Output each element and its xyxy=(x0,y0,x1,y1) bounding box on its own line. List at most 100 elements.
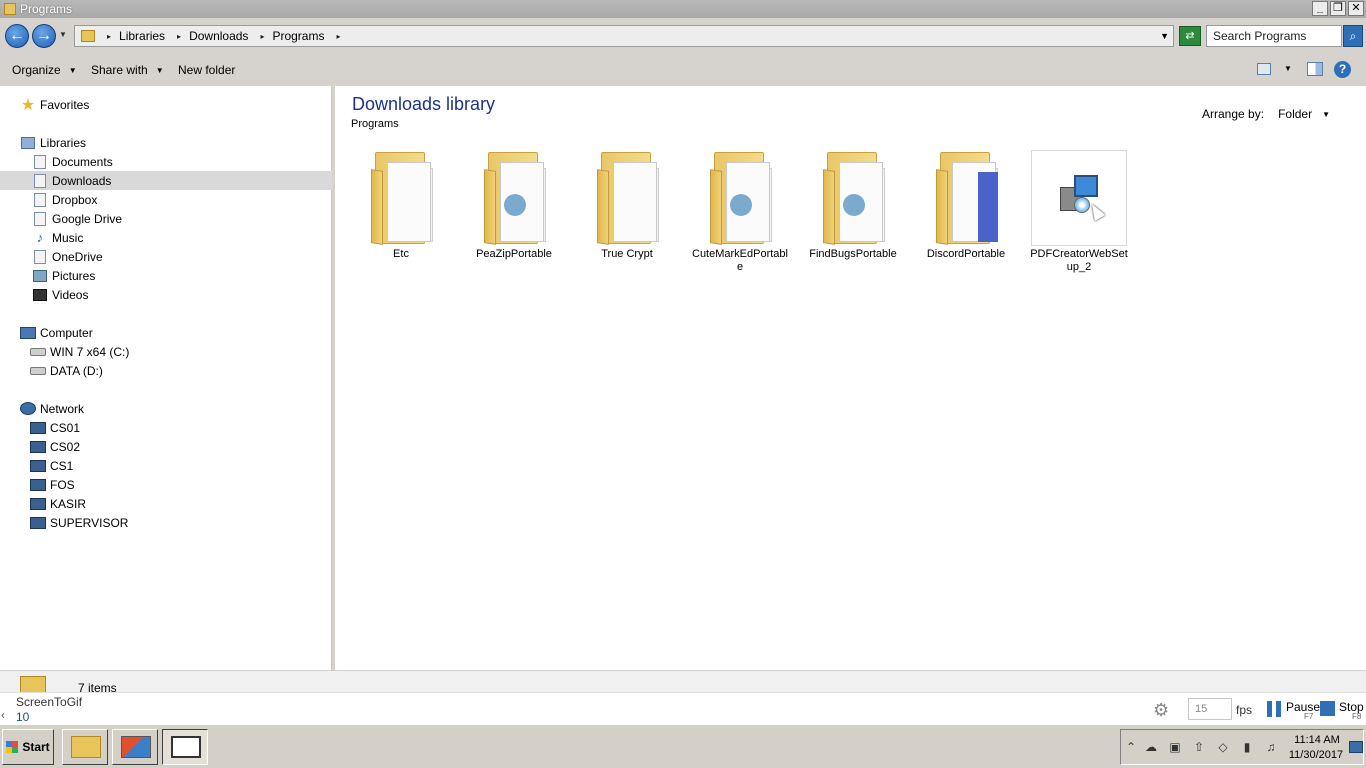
folder-item-etc[interactable]: Etc xyxy=(353,148,449,272)
search-input[interactable]: Search Programs xyxy=(1206,25,1342,47)
sidebar-item-pictures[interactable]: Pictures xyxy=(0,266,332,285)
address-dropdown[interactable]: ▼ xyxy=(1160,31,1169,41)
start-button[interactable]: Start xyxy=(2,729,54,765)
network-computer-icon xyxy=(30,516,46,529)
sidebar-item-cs02[interactable]: CS02 xyxy=(0,437,332,456)
close-button[interactable]: ✕ xyxy=(1348,1,1364,16)
recent-pages-dropdown[interactable]: ▼ xyxy=(59,30,67,39)
stop-icon[interactable] xyxy=(1320,701,1335,716)
explorer-icon xyxy=(71,736,101,758)
breadcrumb-programs[interactable]: Programs xyxy=(272,29,324,43)
command-bar: Organize ▼ Share with ▼ New folder ▼ ? xyxy=(0,54,1366,86)
fps-input[interactable]: 15 xyxy=(1188,698,1232,720)
taskbar-screentogif-button[interactable] xyxy=(162,729,208,765)
sidebar-item-network[interactable]: Network xyxy=(0,399,332,418)
help-icon[interactable]: ? xyxy=(1334,61,1351,78)
chevron-right-icon[interactable]: ▸ xyxy=(336,32,340,41)
upload-icon[interactable]: ⇧ xyxy=(1191,740,1207,754)
taskbar-network-app-button[interactable] xyxy=(112,729,158,765)
folder-item-true-crypt[interactable]: True Crypt xyxy=(579,148,675,272)
chevron-down-icon: ▼ xyxy=(68,65,77,75)
sidebar-item-videos[interactable]: Videos xyxy=(0,285,332,304)
organize-button[interactable]: Organize ▼ xyxy=(12,63,77,77)
mouse-cursor-icon xyxy=(1086,201,1106,221)
folder-item-peazipportable[interactable]: PeaZipPortable xyxy=(466,148,562,272)
chevron-right-icon[interactable]: ▸ xyxy=(107,32,111,41)
file-list-pane[interactable]: Downloads library Programs Arrange by: F… xyxy=(335,86,1366,670)
chevron-left-icon[interactable]: ‹ xyxy=(1,708,5,722)
sidebar-item-cs01[interactable]: CS01 xyxy=(0,418,332,437)
sidebar-item-google-drive[interactable]: Google Drive xyxy=(0,209,332,228)
arrange-by-control[interactable]: Arrange by: Folder ▼ xyxy=(1202,107,1330,121)
breadcrumb-libraries[interactable]: Libraries xyxy=(119,29,165,43)
clock-date[interactable]: 11/30/2017 xyxy=(1285,749,1347,761)
folder-item-cutemarkedportable[interactable]: CuteMarkEdPortable xyxy=(692,148,788,273)
breadcrumb[interactable]: ▸ Libraries ▸ Downloads ▸ Programs ▸ ▼ xyxy=(74,25,1174,47)
window-title: Programs xyxy=(20,2,73,16)
view-options-dropdown[interactable]: ▼ xyxy=(1284,64,1292,73)
back-button[interactable]: ← xyxy=(5,24,29,48)
sidebar-item-supervisor[interactable]: SUPERVISOR xyxy=(0,513,332,532)
details-pane: 7 items xyxy=(0,670,1366,695)
window-controls: _ ❐ ✕ xyxy=(1312,1,1364,16)
folder-item-findbugsportable[interactable]: FindBugsPortable xyxy=(805,148,901,272)
pause-icon[interactable] xyxy=(1267,701,1281,717)
arrange-by-value[interactable]: Folder xyxy=(1278,107,1312,121)
arrow-left-icon: ← xyxy=(9,27,25,44)
sidebar-item-drive-d[interactable]: DATA (D:) xyxy=(0,361,332,380)
hard-drive-icon xyxy=(30,347,46,356)
breadcrumb-downloads[interactable]: Downloads xyxy=(189,29,248,43)
sidebar-item-documents[interactable]: Documents xyxy=(0,152,332,171)
sidebar-item-fos[interactable]: FOS xyxy=(0,475,332,494)
sidebar-item-downloads[interactable]: Downloads xyxy=(0,171,332,190)
volume-icon[interactable]: ♫ xyxy=(1263,740,1279,754)
forward-button[interactable]: → xyxy=(32,24,56,48)
sidebar-item-favorites[interactable]: ★ Favorites xyxy=(0,95,332,114)
sidebar-item-kasir[interactable]: KASIR xyxy=(0,494,332,513)
taskbar-explorer-button[interactable] xyxy=(62,729,108,765)
dropbox-tray-icon[interactable]: ◇ xyxy=(1215,740,1231,754)
folder-icon xyxy=(587,150,667,245)
show-desktop-icon[interactable] xyxy=(1349,741,1363,753)
star-icon: ★ xyxy=(20,96,36,114)
chevron-up-icon[interactable]: ⌃ xyxy=(1123,740,1139,754)
signal-icon[interactable]: ▮ xyxy=(1239,740,1255,754)
sidebar-item-computer[interactable]: Computer xyxy=(0,323,332,342)
navigation-pane[interactable]: ★ Favorites Libraries Documents Downloads… xyxy=(0,86,332,670)
minimize-button[interactable]: _ xyxy=(1312,1,1328,16)
monitor-icon xyxy=(171,736,201,758)
gear-icon[interactable]: ⚙ xyxy=(1153,700,1169,721)
folder-item-discordportable[interactable]: DiscordPortable xyxy=(918,148,1014,272)
network-app-icon xyxy=(121,736,151,758)
preview-pane-icon[interactable] xyxy=(1307,62,1323,76)
search-button[interactable]: ⌕ xyxy=(1343,25,1363,47)
sidebar-item-onedrive[interactable]: OneDrive xyxy=(0,247,332,266)
item-label: PDFCreatorWebSetup_2 xyxy=(1030,248,1128,273)
window-titlebar[interactable]: Programs _ ❐ ✕ xyxy=(0,0,1366,18)
maximize-button[interactable]: ❐ xyxy=(1330,1,1346,16)
item-label: DiscordPortable xyxy=(926,248,1006,260)
clock-time[interactable]: 11:14 AM xyxy=(1291,734,1343,746)
sidebar-item-cs1[interactable]: CS1 xyxy=(0,456,332,475)
search-icon: ⌕ xyxy=(1349,29,1357,43)
sidebar-item-drive-c[interactable]: WIN 7 x64 (C:) xyxy=(0,342,332,361)
arrange-by-label: Arrange by: xyxy=(1202,107,1265,121)
change-view-icon[interactable] xyxy=(1257,63,1271,75)
sidebar-item-music[interactable]: ♪ Music xyxy=(0,228,332,247)
sidebar-item-dropbox[interactable]: Dropbox xyxy=(0,190,332,209)
chevron-right-icon[interactable]: ▸ xyxy=(260,32,264,41)
folder-icon xyxy=(813,150,893,245)
sidebar-item-libraries[interactable]: Libraries xyxy=(0,133,332,152)
recorder-title: ScreenToGif xyxy=(16,695,83,709)
share-with-button[interactable]: Share with ▼ xyxy=(91,63,164,77)
file-item-pdfcreatorwebsetup[interactable]: PDFCreatorWebSetup_2 xyxy=(1030,148,1128,273)
folder-icon xyxy=(81,30,95,42)
refresh-button[interactable]: ⇄ xyxy=(1179,26,1201,46)
folder-icon xyxy=(361,150,441,245)
cloud-icon[interactable]: ☁ xyxy=(1143,740,1159,754)
windows-logo-icon xyxy=(6,741,19,753)
network-tray-icon[interactable]: ▣ xyxy=(1167,740,1183,754)
documents-icon xyxy=(34,154,46,169)
new-folder-button[interactable]: New folder xyxy=(178,63,235,77)
chevron-right-icon[interactable]: ▸ xyxy=(177,32,181,41)
